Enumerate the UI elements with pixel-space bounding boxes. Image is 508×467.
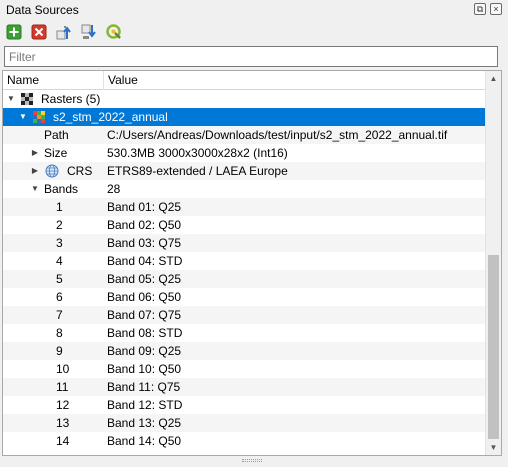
collapse-arrow-icon[interactable]: ▼ [6,90,16,108]
tree-item-rasters[interactable]: ▼ Rasters (5) [3,90,485,108]
move-up-icon[interactable] [55,23,73,41]
data-sources-tree[interactable]: Name Value ▼ Rasters (5) ▼ s2_stm_2022_a… [2,70,502,456]
scroll-down-icon[interactable]: ▼ [486,440,501,455]
band-number: 8 [56,326,63,340]
tree-item-crs[interactable]: ▶ CRS ETRS89-extended / LAEA Europe [3,162,485,180]
tree-header: Name Value [3,71,485,90]
column-header-value[interactable]: Value [104,71,485,90]
band-label: Band 13: Q25 [107,416,182,430]
band-label: Band 07: Q75 [107,308,182,322]
vertical-scrollbar[interactable]: ▲ ▼ [485,71,501,455]
collapse-arrow-icon[interactable]: ▼ [30,180,40,198]
raster-group-icon [21,93,33,105]
tree-item-band[interactable]: 3 Band 03: Q75 [3,234,485,252]
band-label: Band 06: Q50 [107,290,182,304]
band-number: 2 [56,218,63,232]
band-label: Band 12: STD [107,398,183,412]
tree-item-band[interactable]: 2 Band 02: Q50 [3,216,485,234]
band-number: 5 [56,272,63,286]
band-number: 1 [56,200,63,214]
band-number: 7 [56,308,63,322]
band-label: Band 01: Q25 [107,200,182,214]
tree-item-band[interactable]: 6 Band 06: Q50 [3,288,485,306]
tree-item-band[interactable]: 11 Band 11: Q75 [3,378,485,396]
tree-item-bands[interactable]: ▼ Bands 28 [3,180,485,198]
add-layer-icon[interactable] [5,23,23,41]
band-number: 11 [56,380,69,394]
band-label: Band 03: Q75 [107,236,182,250]
property-name: Size [44,146,68,160]
tree-item-path[interactable]: Path C:/Users/Andreas/Downloads/test/inp… [3,126,485,144]
tree-item-band[interactable]: 5 Band 05: Q25 [3,270,485,288]
globe-icon [45,164,59,178]
tree-item-band[interactable]: 12 Band 12: STD [3,396,485,414]
band-number: 13 [56,416,70,430]
property-value: ETRS89-extended / LAEA Europe [107,164,288,178]
property-value: 530.3MB 3000x3000x28x2 (Int16) [107,146,288,160]
tree-item-layer[interactable]: ▼ s2_stm_2022_annual [3,108,485,126]
expand-arrow-icon[interactable]: ▶ [30,162,40,180]
panel-title: Data Sources [6,3,79,17]
property-value: 28 [107,182,121,196]
property-name: Bands [44,182,79,196]
close-panel-icon[interactable]: × [490,3,502,15]
scrollbar-thumb[interactable] [488,255,499,439]
property-value: C:/Users/Andreas/Downloads/test/input/s2… [107,128,448,142]
band-label: Band 14: Q50 [107,434,182,448]
collapse-arrow-icon[interactable]: ▼ [18,108,28,126]
band-number: 12 [56,398,70,412]
remove-layer-icon[interactable] [30,23,48,41]
property-name: CRS [67,164,93,178]
tree-item-label: s2_stm_2022_annual [53,110,168,124]
tree-item-size[interactable]: ▶ Size 530.3MB 3000x3000x28x2 (Int16) [3,144,485,162]
tree-item-label: Rasters (5) [41,92,101,106]
tree-item-band[interactable]: 14 Band 14: Q50 [3,432,485,450]
band-label: Band 04: STD [107,254,183,268]
band-label: Band 05: Q25 [107,272,182,286]
filter-input[interactable] [5,47,497,66]
band-number: 10 [56,362,70,376]
band-number: 3 [56,236,63,250]
scroll-up-icon[interactable]: ▲ [486,71,501,86]
tree-item-band[interactable]: 7 Band 07: Q75 [3,306,485,324]
band-number: 4 [56,254,63,268]
tree-item-band[interactable]: 8 Band 08: STD [3,324,485,342]
tree-item-band[interactable]: 1 Band 01: Q25 [3,198,485,216]
band-number: 9 [56,344,63,358]
filter-field[interactable] [4,46,498,67]
band-label: Band 10: Q50 [107,362,182,376]
expand-arrow-icon[interactable]: ▶ [30,144,40,162]
move-down-icon[interactable] [80,23,98,41]
tree-item-band[interactable]: 9 Band 09: Q25 [3,342,485,360]
band-label: Band 09: Q25 [107,344,182,358]
property-name: Path [44,128,69,142]
panel-titlebar: Data Sources ⧉ × [0,0,508,20]
tree-item-band[interactable]: 4 Band 04: STD [3,252,485,270]
resize-grip[interactable] [242,459,262,462]
open-in-qgis-icon[interactable] [105,23,123,41]
band-label: Band 02: Q50 [107,218,182,232]
float-panel-icon[interactable]: ⧉ [474,3,486,15]
band-label: Band 11: Q75 [107,380,181,394]
column-header-name[interactable]: Name [3,71,104,90]
tree-item-band[interactable]: 10 Band 10: Q50 [3,360,485,378]
band-number: 6 [56,290,63,304]
tree-rows: ▼ Rasters (5) ▼ s2_stm_2022_annual Path … [3,90,485,455]
tree-item-band[interactable]: 13 Band 13: Q25 [3,414,485,432]
raster-layer-icon [33,111,45,123]
band-label: Band 08: STD [107,326,183,340]
band-number: 14 [56,434,70,448]
